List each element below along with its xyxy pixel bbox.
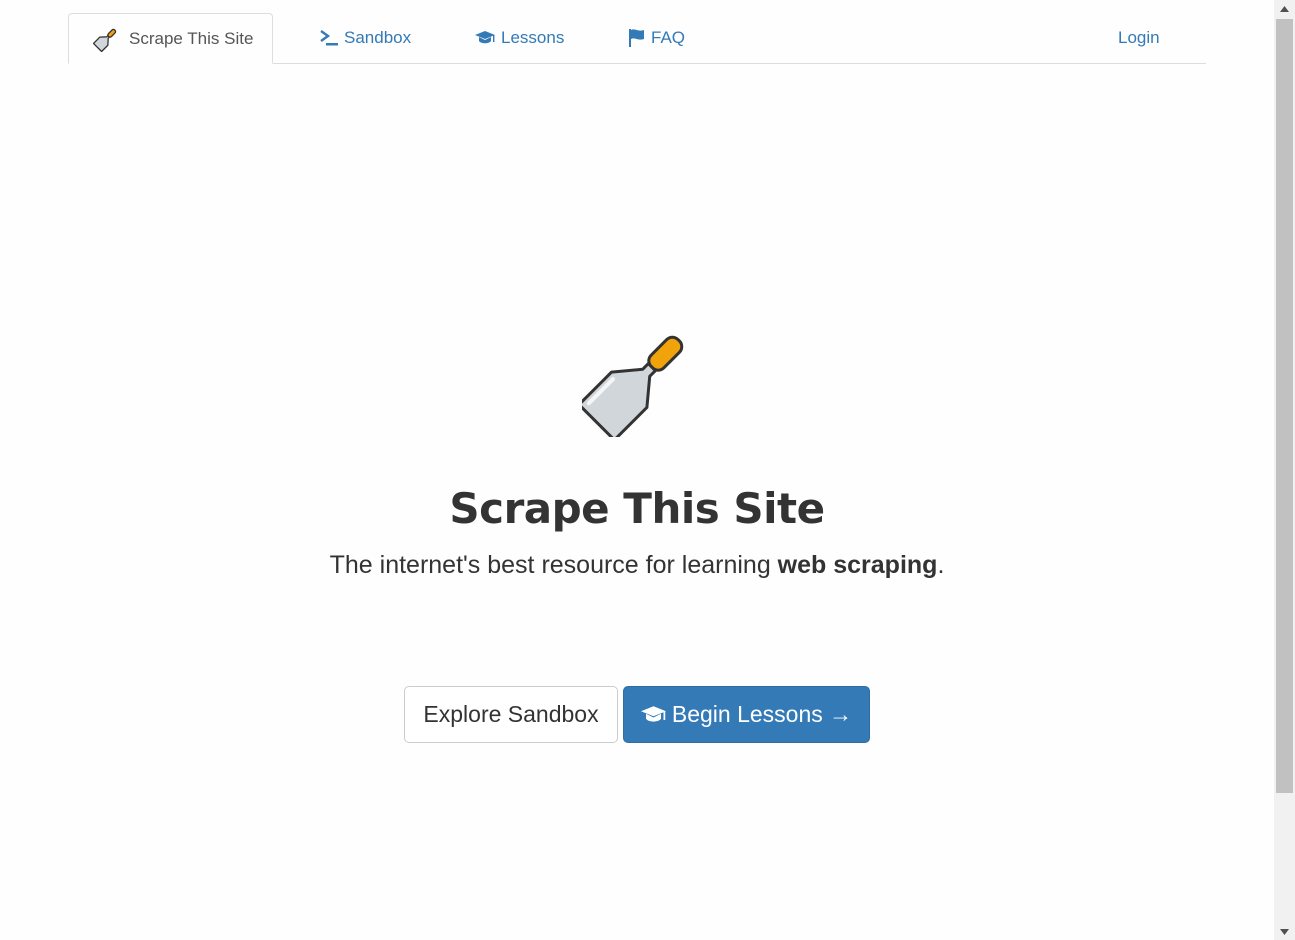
scraper-icon	[93, 26, 119, 52]
terminal-icon	[320, 30, 338, 46]
subtitle-suffix: .	[937, 551, 945, 579]
subtitle-emphasis: web scraping	[777, 551, 938, 579]
nav-item-lessons[interactable]: Lessons	[475, 13, 564, 63]
begin-lessons-label: Begin Lessons →	[671, 701, 853, 727]
browser-viewport: Scrape This Site Sandbox Lessons FAQ Log…	[0, 0, 1295, 940]
graduation-cap-icon	[475, 30, 495, 46]
nav-login-link[interactable]: Login	[1118, 13, 1160, 63]
nav-item-faq[interactable]: FAQ	[629, 13, 685, 63]
nav-item-label: Sandbox	[344, 28, 412, 47]
nav-tabs: Scrape This Site Sandbox Lessons FAQ Log…	[68, 13, 1206, 64]
graduation-cap-icon	[640, 705, 666, 725]
nav-brand-label: Scrape This Site	[129, 28, 254, 48]
page: Scrape This Site Sandbox Lessons FAQ Log…	[0, 0, 1274, 940]
nav-item-sandbox[interactable]: Sandbox	[320, 13, 411, 63]
begin-lessons-button[interactable]: Begin Lessons →	[623, 686, 870, 743]
nav-item-label: FAQ	[651, 28, 686, 47]
nav-item-label: Lessons	[501, 28, 565, 47]
subtitle-prefix: The internet's best resource for learnin…	[329, 551, 778, 579]
explore-sandbox-label: Explore Sandbox	[423, 701, 599, 727]
scraper-logo-icon	[577, 327, 692, 442]
vertical-scrollbar[interactable]	[1274, 0, 1295, 940]
nav-login-label: Login	[1118, 28, 1160, 47]
scroll-down-arrow-icon[interactable]	[1274, 923, 1295, 940]
scroll-up-arrow-icon[interactable]	[1274, 0, 1295, 17]
page-subtitle: The internet's best resource for learnin…	[0, 551, 1274, 580]
flag-icon	[629, 29, 645, 47]
scrollbar-thumb[interactable]	[1276, 19, 1293, 793]
explore-sandbox-button[interactable]: Explore Sandbox	[404, 686, 618, 743]
nav-brand-tab[interactable]: Scrape This Site	[68, 13, 274, 64]
page-title: Scrape This Site	[449, 484, 825, 533]
